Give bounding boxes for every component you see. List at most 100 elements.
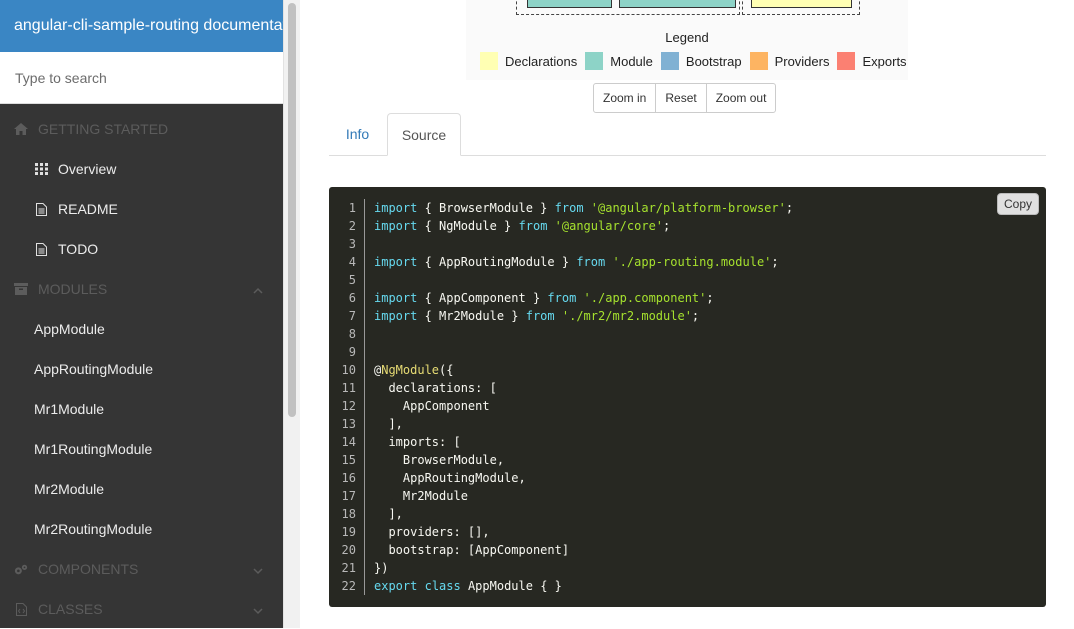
line-content: ], (374, 417, 403, 431)
chevron-down-icon[interactable] (253, 602, 263, 618)
line-number: 10 (329, 361, 365, 379)
code-line: 14 imports: [ (329, 433, 793, 451)
code-line: 21}) (329, 559, 793, 577)
legend-label: Exports (862, 53, 907, 69)
sidebar-item-readme[interactable]: README (0, 189, 283, 229)
sidebar-item-approutingmodule[interactable]: AppRoutingModule (0, 349, 283, 389)
sidebar-item-mr2module[interactable]: Mr2Module (0, 469, 283, 509)
project-title[interactable]: angular-cli-sample-routing documentat... (0, 0, 283, 52)
copy-button[interactable]: Copy (996, 193, 1039, 215)
line-content (365, 235, 374, 253)
scrollbar-thumb[interactable] (288, 3, 296, 417)
zoom-in-button[interactable]: Zoom in (594, 84, 657, 112)
section-modules[interactable]: MODULES (0, 269, 283, 309)
grid-icon (34, 162, 48, 176)
sidebar-item-label: TODO (58, 241, 99, 257)
reset-button[interactable]: Reset (656, 84, 707, 112)
tab-source[interactable]: Source (387, 113, 461, 156)
section-components[interactable]: COMPONENTS (0, 549, 283, 589)
line-content (365, 271, 374, 289)
cogs-icon (14, 562, 28, 576)
line-content: BrowserModule, (374, 453, 505, 467)
line-content: Mr2Module (374, 489, 468, 503)
code-line: 1 import { BrowserModule } from '@angular… (329, 199, 793, 217)
line-content: providers: [], (374, 525, 490, 539)
code-lines: 1 import { BrowserModule } from '@angular… (329, 199, 793, 595)
legend-label: Declarations (505, 53, 578, 69)
sidebar-item-mr1module[interactable]: Mr1Module (0, 389, 283, 429)
line-number: 4 (329, 253, 365, 271)
sidebar-item-label: Mr2Module (34, 481, 105, 497)
sidebar-menu: GETTING STARTED Overview README TODO MOD… (0, 109, 283, 629)
sidebar-item-appmodule[interactable]: AppModule (0, 309, 283, 349)
line-number: 9 (329, 343, 365, 361)
sidebar-item-label: Mr1RoutingModule (34, 441, 153, 457)
sidebar-item-mr1routingmodule[interactable]: Mr1RoutingModule (0, 429, 283, 469)
graph-node (527, 0, 612, 8)
code-line: 11 declarations: [ (329, 379, 793, 397)
legend-label: Providers (774, 53, 830, 69)
code-line: 18 ], (329, 505, 793, 523)
line-number: 14 (329, 433, 365, 451)
search-input[interactable] (13, 68, 267, 87)
sidebar-item-label: AppModule (34, 321, 105, 337)
line-content (365, 325, 374, 343)
sidebar-scrollbar[interactable] (283, 0, 300, 628)
section-label: GETTING STARTED (38, 121, 169, 137)
home-icon (14, 122, 28, 136)
sidebar-item-overview[interactable]: Overview (0, 149, 283, 189)
module-swatch (585, 52, 604, 70)
legend: Declarations Module Bootstrap Providers … (480, 52, 915, 70)
code-line: 10 @NgModule({ (329, 361, 793, 379)
file-icon (34, 202, 48, 216)
code-line: 19 providers: [], (329, 523, 793, 541)
tab-info[interactable]: Info (329, 113, 386, 155)
code-line: 15 BrowserModule, (329, 451, 793, 469)
code-line: 5 (329, 271, 793, 289)
code-line: 9 (329, 343, 793, 361)
line-number: 8 (329, 325, 365, 343)
line-content (365, 343, 374, 361)
line-number: 2 (329, 217, 365, 235)
line-number: 16 (329, 469, 365, 487)
code-line: 12 AppComponent (329, 397, 793, 415)
code-line: 3 (329, 235, 793, 253)
line-number: 7 (329, 307, 365, 325)
line-content: bootstrap: [AppComponent] (374, 543, 570, 557)
source-code-block: Copy 1 import { BrowserModule } from '@an… (329, 187, 1046, 607)
code-line: 8 (329, 325, 793, 343)
module-graph[interactable]: Legend Declarations Module Bootstrap Pro… (466, 0, 908, 80)
section-classes[interactable]: CLASSES (0, 589, 283, 629)
code-line: 4 import { AppRoutingModule } from './app… (329, 253, 793, 271)
line-number: 12 (329, 397, 365, 415)
line-number: 13 (329, 415, 365, 433)
code-line: 17 Mr2Module (329, 487, 793, 505)
sidebar-item-label: AppRoutingModule (34, 361, 154, 377)
sidebar-item-label: Mr2RoutingModule (34, 521, 153, 537)
section-getting-started[interactable]: GETTING STARTED (0, 109, 283, 149)
line-number: 11 (329, 379, 365, 397)
line-number: 21 (329, 559, 365, 577)
code-line: 7 import { Mr2Module } from './mr2/mr2.mo… (329, 307, 793, 325)
chevron-up-icon[interactable] (253, 282, 263, 298)
archive-icon (14, 282, 28, 296)
code-line: 22 export class AppModule { } (329, 577, 793, 595)
sidebar-item-todo[interactable]: TODO (0, 229, 283, 269)
sidebar-item-label: Mr1Module (34, 401, 105, 417)
line-content: import { BrowserModule } from '@angular/… (374, 201, 794, 215)
line-number: 1 (329, 199, 365, 217)
line-number: 17 (329, 487, 365, 505)
code-line: 2 import { NgModule } from '@angular/core… (329, 217, 793, 235)
line-content: }) (374, 561, 389, 575)
file-code-icon (14, 602, 28, 616)
line-number: 3 (329, 235, 365, 253)
sidebar-item-label: README (58, 201, 118, 217)
declarations-swatch (480, 52, 498, 70)
line-content: AppRoutingModule, (374, 471, 526, 485)
sidebar-item-mr2routingmodule[interactable]: Mr2RoutingModule (0, 509, 283, 549)
line-number: 18 (329, 505, 365, 523)
chevron-down-icon[interactable] (253, 562, 263, 578)
zoom-out-button[interactable]: Zoom out (707, 84, 776, 112)
line-content: import { Mr2Module } from './mr2/mr2.mod… (374, 309, 700, 323)
section-label: MODULES (38, 281, 108, 297)
